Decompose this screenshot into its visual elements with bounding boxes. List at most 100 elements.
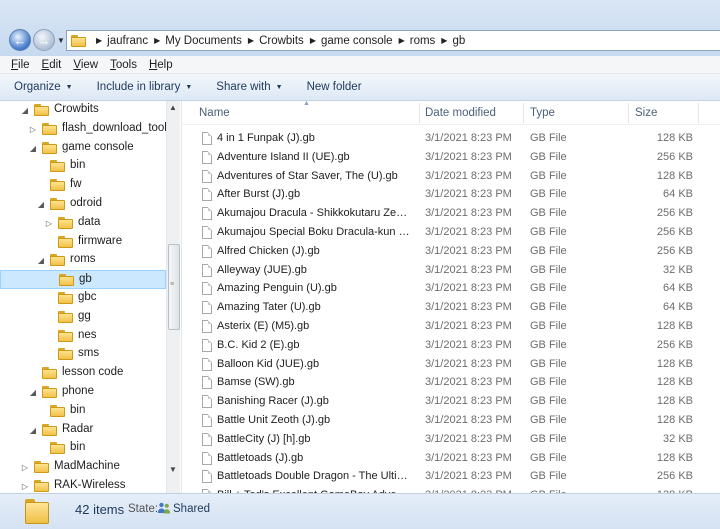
table-row[interactable]: Asterix (E) (M5).gb 3/1/2021 8:23 PM GB Fi… (182, 317, 720, 336)
scroll-up-icon[interactable]: ▲ (169, 103, 177, 112)
breadcrumb-item[interactable]: Crowbits (259, 35, 304, 47)
table-row[interactable]: Amazing Tater (U).gb 3/1/2021 8:23 PM GB F… (182, 298, 720, 317)
expand-icon[interactable]: ▷ (20, 463, 30, 472)
state-label: State: (128, 503, 159, 515)
breadcrumb-separator-icon[interactable]: ▶ (154, 36, 160, 45)
table-row[interactable]: After Burst (J).gb 3/1/2021 8:23 PM GB Fil… (182, 185, 720, 204)
table-row[interactable]: Banishing Racer (J).gb 3/1/2021 8:23 PM GB… (182, 392, 720, 411)
table-row[interactable]: Bamse (SW).gb 3/1/2021 8:23 PM GB File 128 … (182, 373, 720, 392)
folder-icon (42, 122, 57, 135)
tree-item[interactable]: fw (0, 176, 166, 195)
menu-tools[interactable]: Tools (105, 59, 142, 71)
table-row[interactable]: Alfred Chicken (J).gb 3/1/2021 8:23 PM GB … (182, 242, 720, 261)
breadcrumb-separator-icon[interactable]: ▶ (310, 36, 316, 45)
column-divider[interactable] (698, 103, 699, 123)
expand-icon[interactable]: ▷ (28, 125, 38, 134)
tree-item[interactable]: bin (0, 402, 166, 421)
tree-item[interactable]: ◢ odroid (0, 195, 166, 214)
folder-icon (34, 104, 49, 116)
breadcrumb-separator[interactable]: ▶ (90, 36, 107, 45)
address-bar[interactable]: ▶ jaufranc ▶ My Documents ▶ Crowbits ▶ game co… (66, 30, 720, 51)
column-date-modified[interactable]: Date modified (425, 107, 496, 119)
breadcrumb-item[interactable]: My Documents (165, 35, 242, 47)
file-date: 3/1/2021 8:23 PM (425, 150, 512, 163)
table-row[interactable]: Bill + Ted's Excellent GameBoy Adventu..… (182, 486, 720, 493)
breadcrumb-item[interactable]: game console (321, 35, 393, 47)
tree-item[interactable]: ◢ Radar (0, 421, 166, 440)
back-arrow-icon[interactable]: ← (9, 29, 31, 51)
file-date: 3/1/2021 8:23 PM (425, 357, 512, 370)
tree-item[interactable]: bin (0, 157, 166, 176)
tree-item[interactable]: nes (0, 327, 166, 346)
breadcrumb-item[interactable]: gb (452, 35, 465, 47)
menu-help[interactable]: Help (144, 59, 178, 71)
tree-item[interactable]: gbc (0, 289, 166, 308)
column-divider[interactable] (628, 103, 629, 123)
menu-edit[interactable]: Edit (37, 59, 67, 71)
navigation-scrollbar[interactable]: ▲ ≡ ▼ (166, 101, 180, 493)
table-row[interactable]: Amazing Penguin (U).gb 3/1/2021 8:23 PM GB… (182, 279, 720, 298)
tree-item[interactable]: firmware (0, 233, 166, 252)
folder-icon (58, 348, 73, 361)
table-row[interactable]: Adventure Island II (UE).gb 3/1/2021 8:23… (182, 148, 720, 167)
tree-item[interactable]: lesson code (0, 364, 166, 383)
share-with-button[interactable]: Share with ▼ (216, 81, 282, 93)
menu-view[interactable]: View (68, 59, 103, 71)
breadcrumb-separator-icon[interactable]: ▶ (248, 36, 254, 45)
table-row[interactable]: BattleCity (J) [h].gb 3/1/2021 8:23 PM GB … (182, 430, 720, 449)
tree-item[interactable]: ◢ game console (0, 139, 166, 158)
include-in-library-button[interactable]: Include in library ▼ (97, 81, 193, 93)
new-folder-button[interactable]: New folder (307, 81, 362, 93)
menu-file[interactable]: File (6, 59, 35, 71)
table-row[interactable]: Battle Unit Zeoth (J).gb 3/1/2021 8:23 PM… (182, 411, 720, 430)
tree-item[interactable]: ▷ data (0, 214, 166, 233)
tree-item[interactable]: bin (0, 439, 166, 458)
organize-button[interactable]: Organize ▼ (14, 81, 73, 93)
breadcrumb-separator-icon[interactable]: ▶ (441, 36, 447, 45)
collapse-icon[interactable]: ◢ (36, 200, 46, 209)
tree-item[interactable]: ◢ Crowbits (0, 101, 166, 120)
column-size[interactable]: Size (635, 107, 657, 119)
breadcrumb-item[interactable]: roms (410, 35, 436, 47)
breadcrumb-separator-icon[interactable]: ▶ (399, 36, 405, 45)
table-row[interactable]: Adventures of Star Saver, The (U).gb 3/1/… (182, 167, 720, 186)
collapse-icon[interactable]: ◢ (20, 106, 30, 115)
file-size: 64 KB (663, 188, 693, 201)
column-divider[interactable] (523, 103, 524, 123)
tree-item[interactable]: ▷ RAK-Wireless (0, 477, 166, 493)
scroll-down-icon[interactable]: ▼ (169, 465, 177, 474)
tree-item[interactable]: ◢ phone (0, 383, 166, 402)
table-row[interactable]: Akumajou Special Boku Dracula-kun (J).gb… (182, 223, 720, 242)
tree-item[interactable]: ◢ roms (0, 251, 166, 270)
table-row[interactable]: Alleyway (JUE).gb 3/1/2021 8:23 PM GB File… (182, 261, 720, 280)
table-row[interactable]: 4 in 1 Funpak (J).gb 3/1/2021 8:23 PM GB F… (182, 129, 720, 148)
file-size: 64 KB (663, 282, 693, 295)
collapse-icon[interactable]: ◢ (36, 256, 46, 265)
column-name[interactable]: Name (199, 107, 230, 119)
breadcrumb-item[interactable]: jaufranc (107, 35, 148, 47)
tree-item[interactable]: gb (0, 270, 166, 290)
collapse-icon[interactable]: ◢ (28, 144, 38, 153)
table-row[interactable]: Akumajou Dracula - Shikkokutaru Zensou..… (182, 204, 720, 223)
forward-arrow-icon[interactable]: → (33, 29, 55, 51)
file-size: 256 KB (656, 338, 693, 351)
tree-item-label: odroid (70, 197, 102, 209)
expand-icon[interactable]: ▷ (20, 482, 30, 491)
tree-item[interactable]: ▷ flash_download_tools (0, 120, 173, 139)
expand-icon[interactable]: ▷ (44, 219, 54, 228)
collapse-icon[interactable]: ◢ (28, 388, 38, 397)
file-size: 256 KB (656, 207, 693, 220)
column-type[interactable]: Type (530, 107, 555, 119)
table-row[interactable]: Battletoads (J).gb 3/1/2021 8:23 PM GB Fil… (182, 449, 720, 468)
file-type: GB File (530, 470, 567, 483)
tree-item[interactable]: gg (0, 308, 166, 327)
tree-item[interactable]: sms (0, 345, 166, 364)
tree-item[interactable]: ▷ MadMachine (0, 458, 166, 477)
file-type: GB File (530, 207, 567, 220)
table-row[interactable]: Balloon Kid (JUE).gb 3/1/2021 8:23 PM GB F… (182, 355, 720, 374)
recent-pages-dropdown-icon[interactable]: ▼ (57, 36, 65, 45)
collapse-icon[interactable]: ◢ (28, 426, 38, 435)
column-divider[interactable] (419, 103, 420, 123)
table-row[interactable]: B.C. Kid 2 (E).gb 3/1/2021 8:23 PM GB File… (182, 336, 720, 355)
table-row[interactable]: Battletoads Double Dragon - The Ultima..… (182, 467, 720, 486)
